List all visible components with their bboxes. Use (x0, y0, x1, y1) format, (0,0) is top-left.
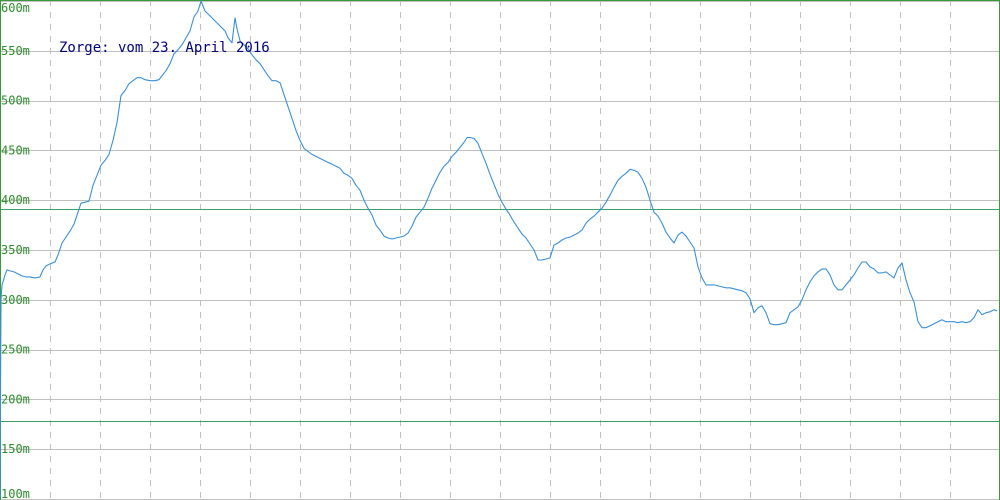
y-tick-label: 250m (1, 343, 30, 357)
chart-title: Zorge: vom 23. April 2016 (59, 40, 270, 56)
y-tick-label: 500m (1, 94, 30, 108)
y-tick-label: 350m (1, 243, 30, 257)
grid-lines (0, 0, 1000, 500)
y-tick-label: 550m (1, 44, 30, 58)
y-tick-label: 100m (1, 487, 30, 500)
y-tick-label: 450m (1, 143, 30, 157)
y-tick-label: 400m (1, 193, 30, 207)
y-tick-label: 600m (1, 1, 30, 15)
y-tick-label: 300m (1, 293, 30, 307)
y-tick-label: 200m (1, 392, 30, 406)
y-tick-label: 150m (1, 442, 30, 456)
elevation-chart: 600m 550m 500m 450m 400m 350m 300m 250m 200m 150m… (0, 0, 1000, 500)
